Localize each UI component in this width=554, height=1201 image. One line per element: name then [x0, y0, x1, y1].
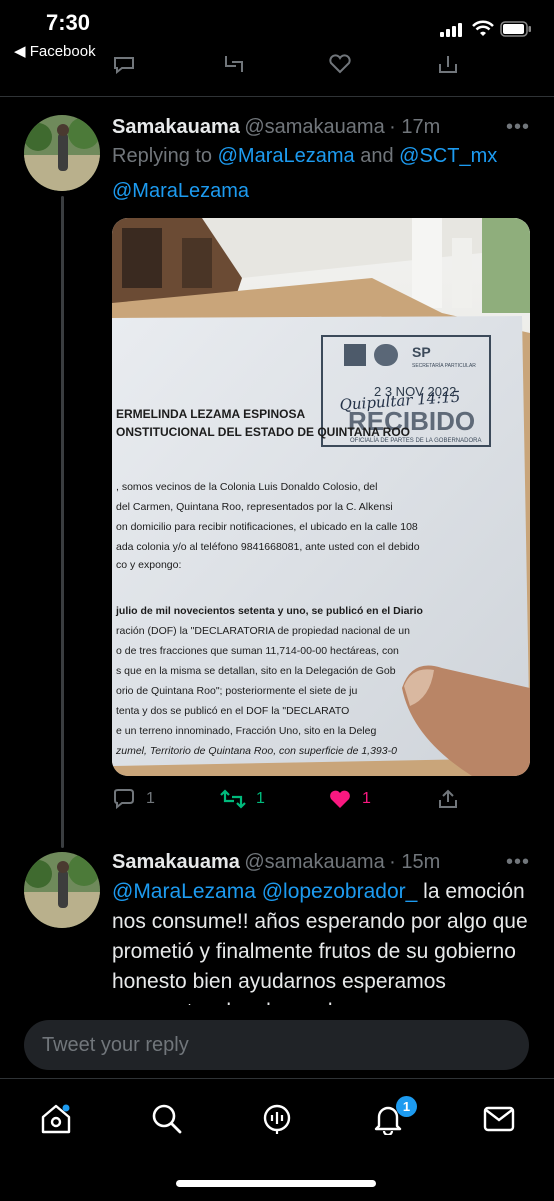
- reply-icon: [114, 789, 134, 810]
- spaces-icon[interactable]: [261, 1103, 293, 1135]
- doc-line: o de tres fracciones que suman 11,714-00…: [116, 645, 399, 657]
- home-icon[interactable]: [40, 1103, 72, 1135]
- like-action[interactable]: 1: [328, 788, 371, 810]
- messages-icon[interactable]: [483, 1105, 515, 1133]
- search-icon[interactable]: [151, 1103, 183, 1135]
- more-options-button[interactable]: •••: [506, 851, 530, 874]
- reply-placeholder: Tweet your reply: [42, 1034, 189, 1056]
- doc-line: orio de Quintana Roo"; posteriormente el…: [116, 685, 357, 697]
- mention-link[interactable]: @lopezobrador_: [262, 880, 418, 903]
- doc-line: zumel, Territorio de Quintana Roo, con s…: [115, 745, 397, 757]
- retweet-count: 1: [256, 790, 265, 807]
- retweet-action[interactable]: 1: [220, 788, 265, 810]
- mention-link[interactable]: @MaraLezama: [218, 145, 355, 167]
- doc-line: ada colonia y/o al teléfono 9841668081, …: [116, 541, 420, 553]
- doc-line: on domicilio para recibir notificaciones…: [116, 521, 418, 533]
- display-name[interactable]: Samakauama: [112, 116, 240, 138]
- previous-tweet-actions: [0, 54, 554, 80]
- tweet-header: Samakauama @samakauama · 15m: [112, 851, 440, 874]
- battery-icon: [500, 21, 531, 37]
- doc-line: s que en la misma se detallan, sito en l…: [116, 665, 396, 677]
- stamp-org: SP: [412, 344, 431, 360]
- home-indicator: [176, 1180, 376, 1187]
- mention-link[interactable]: @MaraLezama: [112, 880, 256, 903]
- doc-line: ración (DOF) la "DECLARATORIA de propied…: [116, 625, 410, 637]
- document-photo: SP SECRETARÍA PARTICULAR 2 3 NOV 2022 Qu…: [112, 218, 530, 776]
- share-icon[interactable]: [436, 54, 460, 74]
- timestamp[interactable]: · 15m: [389, 851, 440, 873]
- like-icon[interactable]: [328, 54, 352, 74]
- like-count: 1: [362, 790, 371, 807]
- reply-icon[interactable]: [112, 54, 136, 74]
- handle[interactable]: @samakauama: [244, 851, 384, 873]
- doc-line: co y expongo:: [116, 559, 181, 571]
- reply-action[interactable]: 1: [112, 788, 155, 810]
- thread-line: [61, 196, 64, 848]
- heart-icon: [330, 790, 350, 808]
- doc-line: , somos vecinos de la Colonia Luis Donal…: [116, 481, 377, 493]
- doc-line: del Carmen, Quintana Roo, representados …: [116, 501, 393, 513]
- doc-line: ERMELINDA LEZAMA ESPINOSA: [116, 407, 305, 421]
- notification-badge: 1: [396, 1096, 417, 1117]
- tweet-header: Samakauama @samakauama · 17m: [112, 116, 440, 139]
- mention-link[interactable]: @SCT_mx: [399, 145, 497, 167]
- display-name[interactable]: Samakauama: [112, 851, 240, 873]
- reply-count: 1: [146, 790, 155, 807]
- status-time: 7:30: [46, 10, 91, 35]
- wifi-icon: [472, 20, 494, 36]
- doc-line: tenta y dos se publicó en el DOF la "DEC…: [116, 705, 349, 717]
- separator: [0, 96, 554, 97]
- doc-line: ONSTITUCIONAL DEL ESTADO DE QUINTANA ROO: [116, 425, 410, 439]
- retweet-icon: [220, 789, 246, 809]
- avatar[interactable]: [24, 115, 100, 191]
- stamp-sub: SECRETARÍA PARTICULAR: [412, 362, 476, 369]
- cellular-signal-icon: [440, 23, 462, 37]
- timestamp[interactable]: · 17m: [389, 116, 440, 138]
- tweet-photo[interactable]: SP SECRETARÍA PARTICULAR 2 3 NOV 2022 Qu…: [112, 218, 530, 776]
- retweet-icon[interactable]: [222, 54, 246, 74]
- replying-to: Replying to @MaraLezama and @SCT_mx: [112, 145, 498, 167]
- doc-line: julio de mil novecientos setenta y uno, …: [115, 605, 423, 617]
- reply-input[interactable]: Tweet your reply: [24, 1020, 529, 1070]
- handle[interactable]: @samakauama: [244, 116, 384, 138]
- mention-link[interactable]: @MaraLezama: [112, 180, 249, 203]
- more-options-button[interactable]: •••: [506, 116, 530, 139]
- doc-line: e un terreno innominado, Fracción Uno, s…: [116, 725, 376, 737]
- avatar[interactable]: [24, 852, 100, 928]
- share-icon[interactable]: [436, 788, 460, 810]
